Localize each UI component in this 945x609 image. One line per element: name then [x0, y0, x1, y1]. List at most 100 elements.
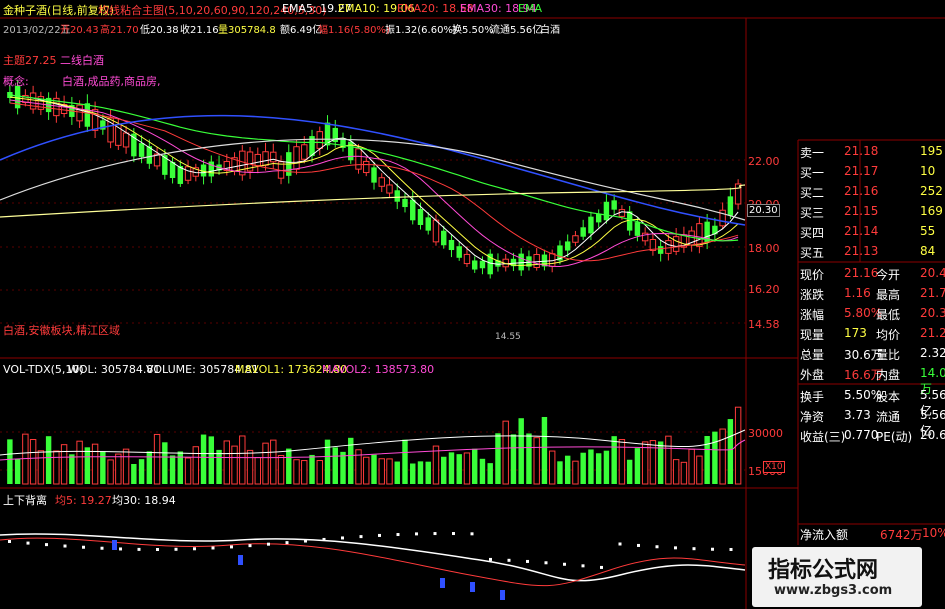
lower-indicator-dot — [63, 544, 67, 548]
lower-indicator-dot — [230, 545, 233, 549]
lower-indicator-dot — [544, 561, 548, 565]
price-axis-label: 16.20 — [748, 283, 780, 296]
divergence-marker — [470, 582, 475, 592]
volume-bar — [231, 445, 238, 485]
bar-turnover: 换5.50% — [452, 25, 494, 36]
volume-bar — [162, 442, 168, 484]
volume-bar — [487, 463, 493, 484]
candle-body — [588, 216, 594, 234]
bid-row[interactable]: 买二 21.16 252 — [798, 182, 945, 202]
volume-bar — [122, 448, 130, 485]
volume-bar — [463, 452, 471, 485]
bar-high: 高21.70 — [100, 25, 139, 36]
lower-indicator-dot — [692, 547, 696, 551]
lower-indicator-dot — [341, 536, 344, 540]
candle-body — [672, 236, 680, 252]
lower-indicator-dot — [489, 557, 492, 561]
watermark-url: www.zbgs3.com — [774, 583, 893, 598]
stat-value: 1.16 — [844, 286, 871, 300]
volume-bar — [526, 433, 532, 484]
volume-bar — [557, 461, 563, 484]
volume-bar — [270, 439, 277, 485]
candle-body — [533, 254, 540, 268]
stat-value: 3.73 — [844, 408, 871, 422]
order-level-label: 买一 — [800, 166, 825, 180]
volume-axis-label: 30000 — [748, 427, 783, 440]
lower-indicator-dot — [396, 533, 400, 537]
watermark-logo: 指标公式网 www.zbgs3.com — [752, 547, 922, 607]
volume-bar — [184, 457, 192, 485]
candle-body — [363, 160, 370, 174]
lower-indicator-dot — [285, 541, 289, 545]
volume-bar — [286, 448, 292, 484]
volume-bar — [456, 454, 462, 484]
candle-body — [14, 85, 21, 109]
volume-bar — [254, 457, 262, 485]
bar-float: 流通5.56亿 — [490, 25, 543, 36]
volume-bar — [394, 461, 400, 484]
lower-indicator-dot — [637, 543, 640, 547]
volume-bar — [309, 454, 315, 484]
candle-body — [394, 190, 400, 202]
volume-bar — [611, 436, 617, 484]
volume-bar — [371, 454, 377, 484]
volume-bar — [146, 451, 153, 484]
bid-row[interactable]: 买三 21.15 169 — [798, 202, 945, 222]
lower-indicator-name[interactable]: 上下背离 — [3, 492, 47, 508]
stat-label: 涨幅 — [800, 308, 825, 322]
lower-indicator-dot — [415, 532, 418, 536]
order-price: 21.18 — [844, 144, 879, 158]
lower-indicator-dot — [100, 546, 104, 550]
order-volume: 84 — [920, 244, 936, 258]
stat-label: 股本 — [876, 390, 901, 404]
bid-row[interactable]: 买四 21.14 55 — [798, 222, 945, 242]
lower-indicator-dot — [248, 544, 252, 548]
volume-bar — [618, 439, 626, 485]
theme-sector: 二线白酒 — [60, 54, 104, 67]
mavol2-value: MAVOL2: 138573.80 — [322, 363, 435, 376]
net-inflow-row: 净流入额 6742万10% — [798, 524, 945, 544]
volume-bar — [719, 428, 726, 485]
stat-label: 换手 — [800, 390, 825, 404]
ask-row[interactable]: 卖一 21.18 195 — [798, 142, 945, 162]
volume-bar — [432, 445, 440, 485]
volume-bar — [634, 448, 641, 484]
volume-bar — [727, 419, 734, 484]
candle-body — [665, 240, 672, 254]
volume-bar — [53, 450, 60, 485]
bid-row[interactable]: 买五 21.13 84 — [798, 242, 945, 262]
volume-bar — [680, 461, 688, 485]
candle-body — [402, 198, 408, 208]
volume-bar — [704, 436, 710, 484]
candle-body — [634, 222, 641, 236]
candle-body — [425, 217, 431, 231]
candle-body — [316, 131, 323, 149]
volume-bar — [533, 437, 540, 485]
volume-bar — [479, 458, 486, 484]
stat-label: 涨跌 — [800, 288, 825, 302]
volume-bar — [402, 439, 408, 484]
order-volume: 10 — [920, 164, 936, 178]
order-price: 21.17 — [844, 164, 879, 178]
concept-list: 白酒,成品药,商品房, — [62, 75, 161, 88]
lower-indicator-dot — [507, 558, 511, 562]
price-axis-label: 14.58 — [748, 318, 780, 331]
stat-label: 现价 — [800, 268, 825, 282]
candle-body — [386, 184, 393, 194]
candle-body — [355, 148, 362, 170]
bid-row[interactable]: 买一 21.17 10 — [798, 162, 945, 182]
volume-bar — [641, 441, 649, 485]
stat-label: 最低 — [876, 308, 901, 322]
volume-bar — [495, 433, 501, 484]
volume-bar — [169, 455, 176, 484]
lower-indicator-dot — [470, 532, 474, 536]
volume-bar — [580, 452, 586, 484]
stat-label: 现量 — [800, 328, 825, 342]
volume-bar — [665, 435, 672, 485]
order-level-label: 买四 — [800, 226, 825, 240]
bar-amount: 额6.49亿 — [280, 25, 323, 36]
candle-body — [122, 132, 130, 148]
volume-ma-line — [0, 429, 746, 456]
volume-bar — [14, 458, 21, 484]
stat-label: 净资 — [800, 410, 825, 424]
